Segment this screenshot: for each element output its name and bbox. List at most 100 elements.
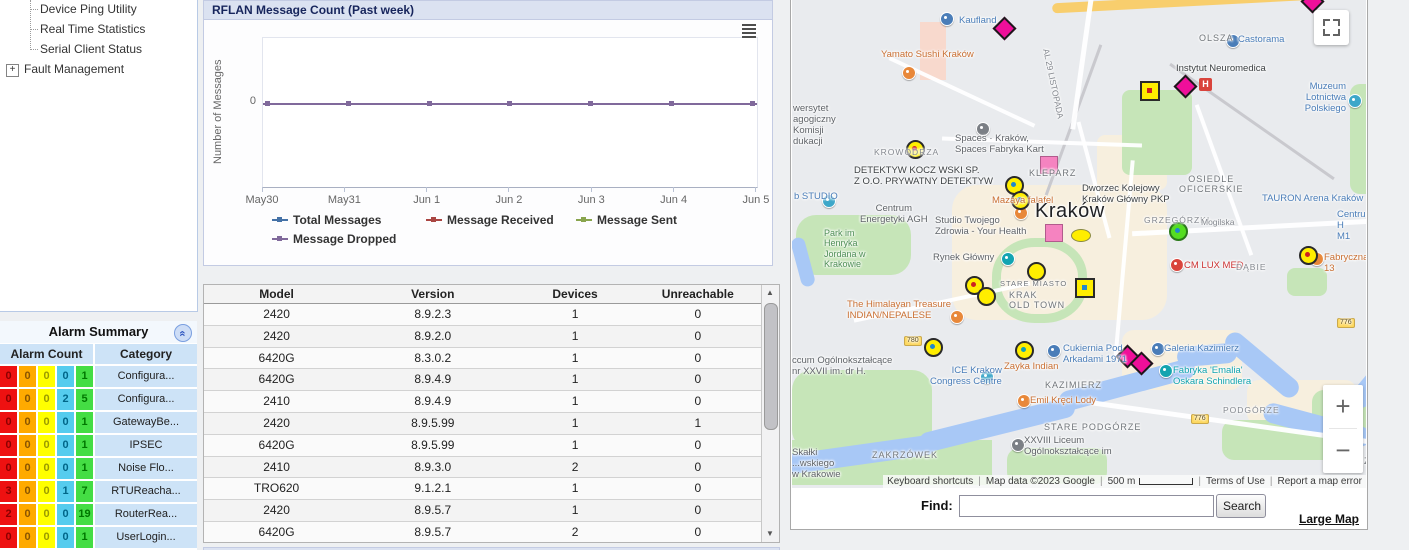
alarm-count-warning[interactable]: 1 (57, 481, 74, 502)
data-point[interactable] (426, 101, 432, 106)
table-row[interactable]: 2420 8.9.2.3 10 (204, 304, 762, 326)
data-point[interactable] (749, 101, 755, 106)
alarm-count-minor[interactable]: 0 (38, 504, 55, 525)
collapse-panel-icon[interactable]: » (174, 324, 192, 342)
tree-item-real-time-statistics[interactable]: Real Time Statistics (40, 22, 145, 36)
alarm-category[interactable]: RouterRea... (95, 504, 197, 525)
legend-item-message-received[interactable]: Message Received (426, 213, 554, 227)
fullscreen-button[interactable] (1314, 10, 1349, 45)
alarm-count-normal[interactable]: 7 (76, 481, 93, 502)
map-poi-pin-galeria[interactable] (1151, 342, 1165, 356)
data-point[interactable] (265, 101, 270, 106)
table-row[interactable]: 6420G 8.9.5.7 20 (204, 521, 762, 542)
alarm-count-critical[interactable]: 2 (0, 504, 17, 525)
alarm-category[interactable]: IPSEC (95, 435, 197, 456)
alarm-count-normal[interactable]: 1 (76, 412, 93, 433)
alarm-count-minor[interactable]: 0 (38, 366, 55, 387)
alarm-count-minor[interactable]: 0 (38, 458, 55, 479)
alarm-count-major[interactable]: 0 (19, 481, 36, 502)
column-header-model[interactable]: Model (204, 285, 349, 303)
map-poi-pin-medical[interactable] (1170, 258, 1184, 272)
alarm-count-normal[interactable]: 1 (76, 458, 93, 479)
alarm-count-minor[interactable]: 0 (38, 412, 55, 433)
large-map-link[interactable]: Large Map (1299, 512, 1359, 526)
alarm-count-warning[interactable]: 0 (57, 435, 74, 456)
alarm-count-major[interactable]: 0 (19, 412, 36, 433)
data-point[interactable] (588, 101, 594, 106)
scroll-up-arrow[interactable]: ▲ (762, 285, 778, 301)
tree-item-fault-management[interactable]: Fault Management (24, 62, 124, 76)
alarm-category[interactable]: Configura... (95, 389, 197, 410)
alarm-category[interactable]: RTUReacha... (95, 481, 197, 502)
legend-item-total-messages[interactable]: Total Messages (272, 213, 381, 227)
alarm-count-minor[interactable]: 0 (38, 435, 55, 456)
table-row[interactable]: 2420 8.9.5.99 11 (204, 412, 762, 435)
tree-item-serial-client-status[interactable]: Serial Client Status (40, 42, 142, 56)
report-map-error-link[interactable]: Report a map error (1278, 476, 1362, 487)
alarm-count-critical[interactable]: 0 (0, 412, 17, 433)
legend-item-message-sent[interactable]: Message Sent (576, 213, 677, 227)
data-point[interactable] (345, 101, 351, 106)
keyboard-shortcuts-link[interactable]: Keyboard shortcuts (887, 476, 973, 487)
terms-of-use-link[interactable]: Terms of Use (1206, 476, 1265, 487)
alarm-count-critical[interactable]: 0 (0, 527, 17, 548)
map-poi-pin-kaufland[interactable] (940, 12, 954, 26)
table-row[interactable]: 2420 8.9.2.0 10 (204, 325, 762, 348)
alarm-count-critical[interactable]: 0 (0, 389, 17, 410)
alarm-count-warning[interactable]: 0 (57, 458, 74, 479)
table-row[interactable]: TRO620 9.1.2.1 10 (204, 478, 762, 501)
alarm-category[interactable]: GatewayBe... (95, 412, 197, 433)
alarm-count-normal[interactable]: 1 (76, 527, 93, 548)
find-input[interactable] (959, 495, 1214, 517)
alarm-count-warning[interactable]: 0 (57, 412, 74, 433)
alarm-count-warning[interactable]: 2 (57, 389, 74, 410)
alarm-count-minor[interactable]: 0 (38, 389, 55, 410)
alarm-category[interactable]: Configura... (95, 366, 197, 387)
map-marker-device-square[interactable] (1075, 278, 1095, 298)
zoom-out-button[interactable]: − (1323, 429, 1363, 472)
table-row[interactable]: 6420G 8.3.0.2 10 (204, 347, 762, 370)
alarm-count-normal[interactable]: 19 (76, 504, 93, 525)
alarm-count-critical[interactable]: 3 (0, 481, 17, 502)
table-row[interactable]: 6420G 8.9.4.9 10 (204, 369, 762, 392)
map-poi-pin-rynek[interactable] (1001, 252, 1015, 266)
alarm-count-critical[interactable]: 0 (0, 366, 17, 387)
map-marker-device-circle[interactable] (924, 338, 943, 357)
zoom-in-button[interactable]: + (1323, 385, 1363, 428)
alarm-count-major[interactable]: 0 (19, 527, 36, 548)
scrollbar-thumb[interactable] (764, 303, 778, 430)
legend-item-message-dropped[interactable]: Message Dropped (272, 232, 396, 246)
alarm-count-critical[interactable]: 0 (0, 458, 17, 479)
map-marker-device-square[interactable] (1140, 81, 1160, 101)
data-point[interactable] (507, 101, 513, 106)
map-marker-device-pink-square[interactable] (1045, 224, 1063, 242)
alarm-count-warning[interactable]: 0 (57, 366, 74, 387)
alarm-count-normal[interactable]: 1 (76, 366, 93, 387)
data-point[interactable] (669, 101, 675, 106)
column-header-devices[interactable]: Devices (516, 285, 633, 303)
alarm-count-minor[interactable]: 0 (38, 527, 55, 548)
chart-menu-icon[interactable] (742, 24, 756, 40)
tree-expand-icon[interactable]: + (6, 64, 19, 77)
search-button[interactable]: Search (1216, 494, 1266, 518)
alarm-count-warning[interactable]: 0 (57, 504, 74, 525)
map-marker-device-ellipse[interactable] (1071, 229, 1091, 242)
scroll-down-arrow[interactable]: ▼ (762, 526, 778, 542)
map-poi-pin-restaurant[interactable] (950, 310, 964, 324)
alarm-category[interactable]: UserLogin... (95, 527, 197, 548)
google-map[interactable]: H Kaufland OLSZA Castorama Yamato Sushi … (792, 0, 1366, 488)
alarm-category[interactable]: Noise Flo... (95, 458, 197, 479)
map-marker-device-circle[interactable] (1015, 341, 1034, 360)
table-row[interactable]: 6420G 8.9.5.99 10 (204, 434, 762, 457)
map-poi-pin-restaurant[interactable] (902, 66, 916, 80)
map-poi-pin-museum[interactable] (1348, 94, 1362, 108)
alarm-count-major[interactable]: 0 (19, 366, 36, 387)
map-marker-device-circle[interactable] (977, 287, 996, 306)
table-row[interactable]: 2420 8.9.5.7 10 (204, 500, 762, 522)
alarm-count-major[interactable]: 0 (19, 435, 36, 456)
alarm-count-normal[interactable]: 5 (76, 389, 93, 410)
map-poi-pin-museum[interactable] (1159, 364, 1173, 378)
map-poi-pin-school[interactable] (1011, 438, 1025, 452)
column-header-unreachable[interactable]: Unreachable (634, 285, 762, 303)
alarm-count-major[interactable]: 0 (19, 504, 36, 525)
